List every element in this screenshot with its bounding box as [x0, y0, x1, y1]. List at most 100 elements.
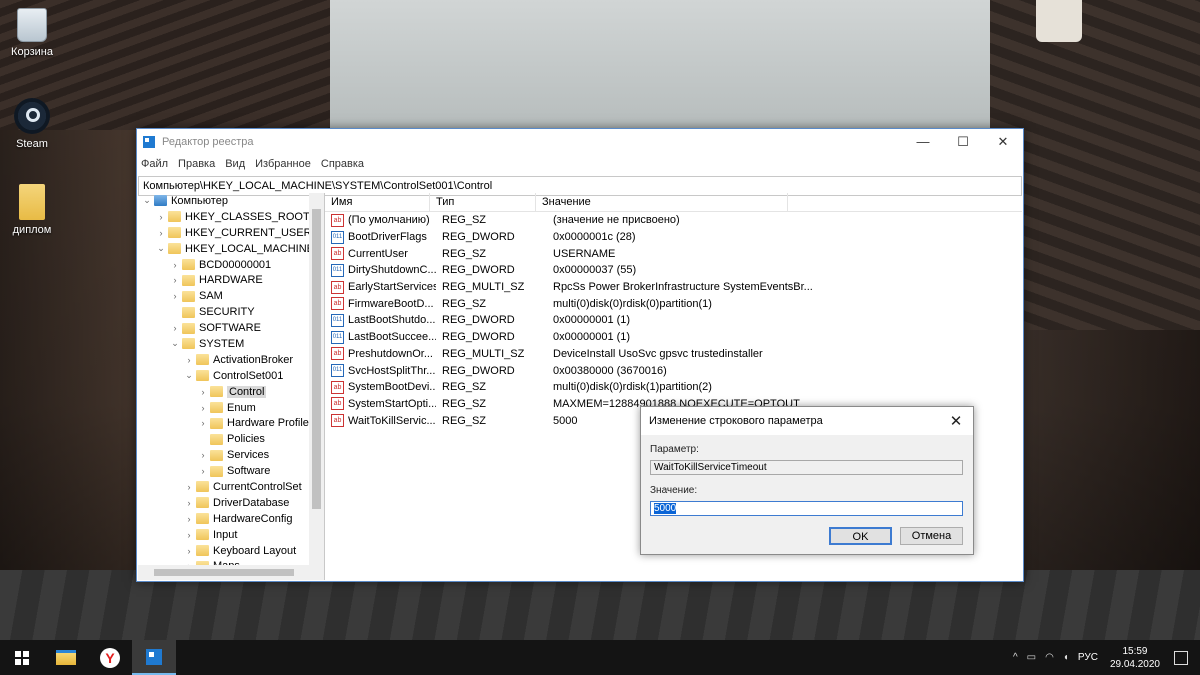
menu-help[interactable]: Справка — [321, 158, 364, 170]
table-row[interactable]: ab SystemBootDevi... REG_SZ multi(0)disk(0)… — [325, 379, 1022, 396]
dialog-titlebar[interactable]: Изменение строкового параметра ✕ — [641, 407, 973, 435]
collapse-chevron-icon[interactable]: ⌄ — [140, 195, 154, 206]
column-header-type[interactable]: Тип — [430, 193, 536, 211]
tree-node[interactable]: ⌄ ControlSet001 — [138, 368, 324, 384]
minimize-button[interactable]: — — [903, 129, 943, 155]
tree-node[interactable]: › Input — [138, 527, 324, 543]
tree-node[interactable]: › HKEY_CURRENT_USER — [138, 225, 324, 241]
tree-horizontal-scrollbar[interactable] — [138, 565, 324, 580]
table-row[interactable]: ab EarlyStartServices REG_MULTI_SZ RpcSs Po… — [325, 279, 1022, 296]
tree-node[interactable]: ⌄ HKEY_LOCAL_MACHINE — [138, 241, 324, 257]
dialog-close-button[interactable]: ✕ — [939, 412, 973, 430]
table-row[interactable]: ab (По умолчанию) REG_SZ (значение не присв… — [325, 212, 1022, 229]
tree-node[interactable]: › Keyboard Layout — [138, 543, 324, 559]
value-input[interactable]: 5000 — [650, 501, 963, 516]
tree-node[interactable]: › DriverDatabase — [138, 495, 324, 511]
maximize-button[interactable]: ☐ — [943, 129, 983, 155]
table-row[interactable]: ab CurrentUser REG_SZ USERNAME — [325, 245, 1022, 262]
expand-chevron-icon[interactable]: › — [196, 450, 210, 460]
tree-node[interactable]: › HKEY_CLASSES_ROOT — [138, 209, 324, 225]
tree-node[interactable]: ⌄ Компьютер — [138, 193, 324, 209]
window-titlebar[interactable]: Редактор реестра — ☐ ✕ — [137, 129, 1023, 155]
tree-node[interactable]: › Software — [138, 463, 324, 479]
tree-node[interactable]: › HARDWARE — [138, 272, 324, 288]
tree-vertical-scrollbar[interactable] — [309, 193, 324, 565]
expand-chevron-icon[interactable]: › — [168, 275, 182, 285]
desktop-icon-recycle-bin[interactable]: Корзина — [0, 8, 64, 58]
expand-chevron-icon[interactable]: › — [182, 355, 196, 365]
taskbar-file-explorer[interactable] — [44, 640, 88, 675]
value-type-cell: REG_DWORD — [442, 231, 515, 244]
tree-node-label: Keyboard Layout — [213, 544, 297, 557]
table-row[interactable]: 011 SvcHostSplitThr... REG_DWORD 0x00380000… — [325, 362, 1022, 379]
notification-center-icon[interactable] — [1174, 650, 1188, 665]
tree-node[interactable]: › Hardware Profiles — [138, 415, 324, 431]
tree-node[interactable]: ⌄ SYSTEM — [138, 336, 324, 352]
ok-button[interactable]: OK — [829, 527, 892, 545]
tree-node[interactable]: › Services — [138, 447, 324, 463]
expand-chevron-icon[interactable]: › — [168, 260, 182, 270]
expand-chevron-icon[interactable]: › — [182, 546, 196, 556]
tree-node[interactable]: › Control — [138, 384, 324, 400]
table-row[interactable]: ab FirmwareBootD... REG_SZ multi(0)disk(0)r… — [325, 295, 1022, 312]
menubar: Файл Правка Вид Избранное Справка — [137, 155, 1023, 173]
language-indicator[interactable]: РУС — [1078, 652, 1098, 663]
clock[interactable]: 15:59 29.04.2020 — [1110, 645, 1160, 671]
start-button[interactable] — [0, 640, 44, 675]
desktop-icon-diplom-folder[interactable]: диплом — [0, 184, 64, 236]
column-header-value[interactable]: Значение — [536, 193, 788, 211]
menu-file[interactable]: Файл — [141, 158, 168, 170]
tree-node[interactable]: Policies — [138, 431, 324, 447]
binary-value-icon: 011 — [331, 364, 344, 378]
collapse-chevron-icon[interactable]: ⌄ — [154, 243, 168, 254]
expand-chevron-icon[interactable]: › — [196, 466, 210, 476]
cancel-button[interactable]: Отмена — [900, 527, 963, 545]
taskbar-regedit[interactable] — [132, 640, 176, 675]
expand-chevron-icon[interactable]: › — [182, 498, 196, 508]
tree-node[interactable]: › ActivationBroker — [138, 352, 324, 368]
close-button[interactable]: ✕ — [983, 129, 1023, 155]
column-header-name[interactable]: Имя — [325, 193, 430, 211]
tree-node[interactable]: › SOFTWARE — [138, 320, 324, 336]
collapse-chevron-icon[interactable]: ⌄ — [182, 370, 196, 381]
collapse-chevron-icon[interactable]: ⌄ — [168, 338, 182, 349]
taskbar-yandex-browser[interactable]: Y — [88, 640, 132, 675]
expand-chevron-icon[interactable]: › — [196, 403, 210, 413]
expand-chevron-icon[interactable]: › — [182, 514, 196, 524]
folder-icon — [182, 274, 195, 286]
table-row[interactable]: ab PreshutdownOr... REG_MULTI_SZ DeviceInst… — [325, 346, 1022, 363]
table-row[interactable]: 011 LastBootShutdo... REG_DWORD 0x00000001 … — [325, 312, 1022, 329]
expand-chevron-icon[interactable]: › — [182, 482, 196, 492]
expand-chevron-icon[interactable]: › — [196, 418, 210, 428]
expand-chevron-icon[interactable]: › — [168, 323, 182, 333]
value-name-cell: ab WaitToKillServic... — [325, 414, 436, 428]
menu-view[interactable]: Вид — [225, 158, 245, 170]
table-row[interactable]: 011 LastBootSuccee... REG_DWORD 0x00000001 … — [325, 329, 1022, 346]
expand-chevron-icon[interactable]: › — [154, 212, 168, 222]
registry-tree[interactable]: ⌄ Компьютер › HKEY_CLASSES_ROOT › HKEY_CURREN… — [138, 193, 325, 580]
network-icon[interactable]: ◠ — [1045, 652, 1054, 663]
scrollbar-thumb[interactable] — [154, 569, 294, 576]
folder-icon — [196, 545, 209, 557]
menu-favorites[interactable]: Избранное — [255, 158, 311, 170]
expand-chevron-icon[interactable]: › — [168, 291, 182, 301]
menu-edit[interactable]: Правка — [178, 158, 215, 170]
tree-node[interactable]: › CurrentControlSet — [138, 479, 324, 495]
tree-node[interactable]: SECURITY — [138, 304, 324, 320]
scrollbar-thumb[interactable] — [312, 209, 321, 509]
expand-chevron-icon[interactable]: › — [196, 387, 210, 397]
volume-icon[interactable]: ◖ — [1063, 652, 1069, 663]
show-hidden-icons-chevron-icon[interactable]: ^ — [1013, 652, 1018, 663]
expand-chevron-icon[interactable]: › — [154, 228, 168, 238]
tree-node[interactable]: › HardwareConfig — [138, 511, 324, 527]
tree-node[interactable]: › BCD00000001 — [138, 257, 324, 273]
desktop-icon-steam[interactable]: Steam — [0, 98, 64, 150]
folder-icon — [196, 354, 209, 366]
tree-node[interactable]: › Enum — [138, 400, 324, 416]
tree-node[interactable]: › SAM — [138, 288, 324, 304]
table-row[interactable]: 011 DirtyShutdownC... REG_DWORD 0x00000037 … — [325, 262, 1022, 279]
expand-chevron-icon[interactable]: › — [182, 530, 196, 540]
binary-value-icon: 011 — [331, 330, 344, 344]
battery-icon[interactable]: ▭ — [1027, 652, 1036, 663]
table-row[interactable]: 011 BootDriverFlags REG_DWORD 0x0000001c (2… — [325, 229, 1022, 246]
